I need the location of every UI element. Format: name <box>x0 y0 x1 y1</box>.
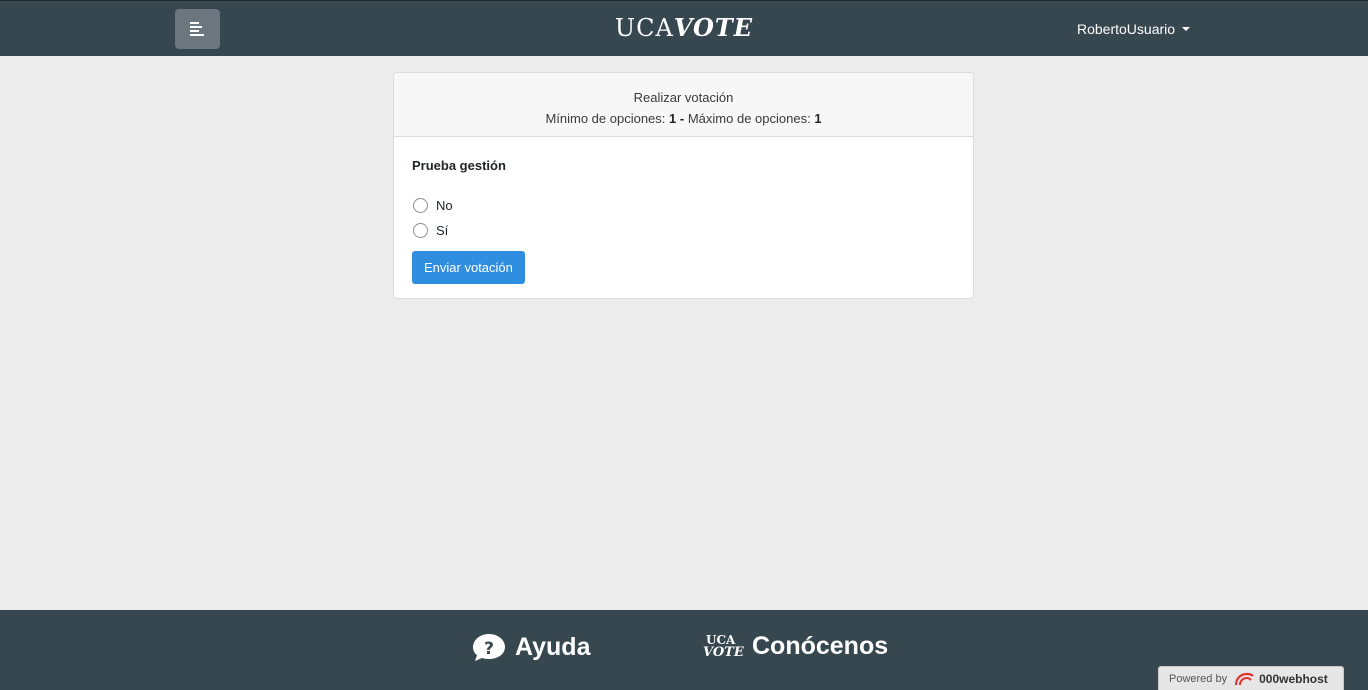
vote-card-body: Prueba gestión No Sí Enviar votación <box>394 137 973 284</box>
mini-logo-bottom: VOTE <box>703 644 744 660</box>
option-si-radio[interactable] <box>413 223 428 238</box>
help-label: Ayuda <box>515 632 591 661</box>
min-options-label: Mínimo de opciones: <box>545 111 666 126</box>
help-bubble-icon: ? <box>473 634 505 661</box>
option-no-radio[interactable] <box>413 198 428 213</box>
brand-logo-part1: UCA <box>614 14 674 42</box>
option-si[interactable]: Sí <box>412 218 955 243</box>
vote-title: Realizar votación <box>633 90 734 105</box>
vote-limits: Mínimo de opciones: 1 - Máximo de opcion… <box>394 108 973 129</box>
help-link[interactable]: ? Ayuda <box>472 632 590 662</box>
user-dropdown[interactable]: RobertoUsuario <box>1077 21 1191 37</box>
caret-down-icon <box>1182 27 1191 31</box>
submit-vote-button[interactable]: Enviar votación <box>412 251 525 284</box>
powered-prefix: Powered by <box>1169 672 1228 685</box>
powered-host: 000webhost <box>1259 671 1328 686</box>
svg-text:?: ? <box>484 639 494 659</box>
vote-card: Realizar votación Mínimo de opciones: 1 … <box>393 72 974 299</box>
min-options-value: 1 <box>669 111 677 126</box>
vote-card-header: Realizar votación Mínimo de opciones: 1 … <box>394 73 973 137</box>
max-options-label: Máximo de opciones: <box>687 111 811 126</box>
limits-separator: - <box>679 111 685 126</box>
mini-logo-top: UCA <box>706 632 736 647</box>
powered-by-badge[interactable]: Powered by 000webhost <box>1158 666 1344 690</box>
option-no-label: No <box>436 198 453 213</box>
option-no[interactable]: No <box>412 193 955 218</box>
about-link[interactable]: UCA VOTE Conócenos <box>703 632 888 661</box>
top-navbar: UCAVOTE RobertoUsuario <box>0 0 1368 56</box>
webhost-logo-icon <box>1234 672 1254 685</box>
user-name: RobertoUsuario <box>1077 21 1176 37</box>
max-options-value: 1 <box>814 111 822 126</box>
question-title: Prueba gestión <box>412 158 506 173</box>
option-si-label: Sí <box>436 223 449 238</box>
brand-logo-part2: VOTE <box>673 13 754 42</box>
about-label: Conócenos <box>752 632 889 660</box>
mini-brand-logo: UCA VOTE <box>703 633 744 661</box>
